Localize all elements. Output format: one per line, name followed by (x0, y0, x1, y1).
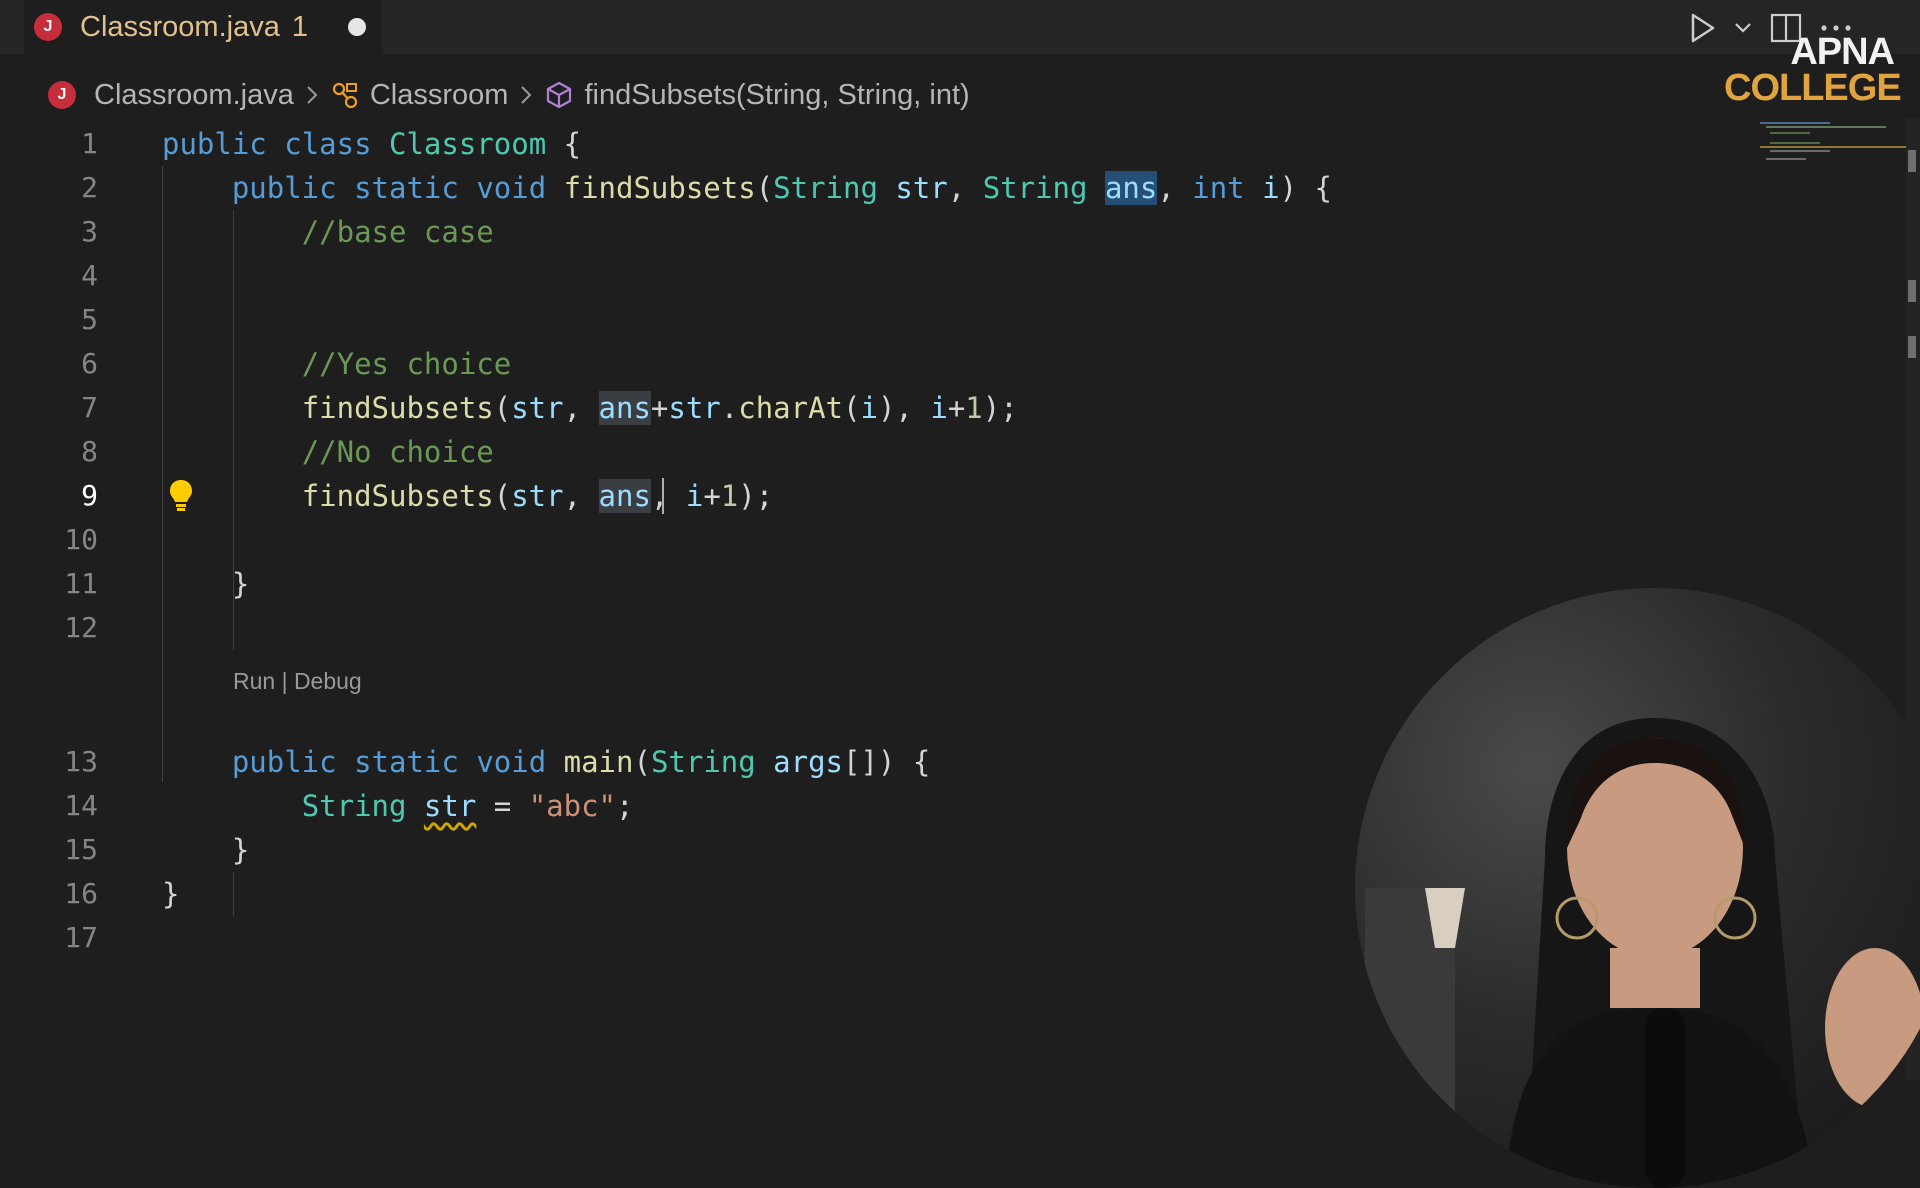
code-line: 4 (0, 254, 1740, 298)
breadcrumb-method[interactable]: findSubsets(String, String, int) (584, 79, 969, 112)
code-text: findSubsets(str, ans+str.charAt(i), i+1)… (301, 391, 1018, 425)
line-number: 6 (81, 347, 98, 380)
code-text: public static void findSubsets(String st… (231, 171, 1332, 205)
code-line: 6 //Yes choice (0, 342, 1740, 386)
breadcrumb: J Classroom.java Classroom findSubsets(S… (48, 72, 970, 118)
scrollbar-marker (1908, 280, 1916, 302)
code-text: } (162, 833, 250, 867)
line-number: 13 (64, 745, 98, 778)
code-text: public static void main(String args[]) { (231, 745, 931, 779)
code-text: String str = "abc"; (301, 789, 634, 823)
code-text: findSubsets(str, ans, i+1); (301, 479, 774, 513)
method-cube-icon (544, 80, 574, 110)
class-icon (330, 80, 360, 110)
line-number: 5 (81, 303, 98, 336)
logo-line-1: APNA (1790, 31, 1895, 73)
code-text: } (162, 567, 250, 601)
line-number: 7 (81, 391, 98, 424)
code-line: 5 (0, 298, 1740, 342)
line-number: 10 (64, 523, 98, 556)
line-number: 8 (81, 435, 98, 468)
line-number: 12 (64, 611, 98, 644)
code-text: //base case (301, 215, 494, 249)
tab-title: Classroom.java (80, 10, 280, 43)
breadcrumb-class[interactable]: Classroom (370, 79, 509, 112)
logo-line-2: COLLEGE (1724, 67, 1902, 109)
tab-bar: J Classroom.java 1 (0, 0, 1920, 54)
editor-tab-classroom[interactable]: J Classroom.java 1 (24, 0, 382, 54)
line-number: 9 (81, 479, 98, 512)
line-number: 4 (81, 259, 98, 292)
code-line: 11 } (0, 562, 1740, 606)
java-file-icon: J (48, 81, 76, 109)
code-line: 7 findSubsets(str, ans+str.charAt(i), i+… (0, 386, 1740, 430)
unsaved-dot-icon[interactable] (347, 18, 366, 36)
problem-count-badge: 1 (291, 10, 308, 43)
code-text: //No choice (301, 435, 494, 469)
scrollbar-marker (1908, 336, 1916, 358)
play-icon[interactable] (1690, 13, 1716, 43)
code-line: 2 public static void findSubsets(String … (0, 166, 1740, 210)
breadcrumb-file[interactable]: Classroom.java (94, 79, 294, 112)
java-file-icon: J (34, 13, 62, 41)
chevron-down-icon[interactable] (1734, 22, 1752, 34)
line-number: 16 (64, 877, 98, 910)
chevron-right-icon (520, 85, 532, 105)
code-line: 8 //No choice (0, 430, 1740, 474)
line-number: 14 (64, 789, 98, 822)
line-number: 2 (81, 171, 98, 204)
line-number: 11 (64, 567, 98, 600)
presenter-video (1355, 588, 1920, 1188)
line-number: 3 (81, 215, 98, 248)
code-line: 3 //base case (0, 210, 1740, 254)
code-line-active: 9 findSubsets(str, ans, i+1); (0, 474, 1740, 518)
codelens-run-debug[interactable]: Run | Debug (233, 668, 362, 695)
presenter-silhouette (1365, 718, 1920, 1188)
code-text: //Yes choice (301, 347, 512, 381)
line-number: 15 (64, 833, 98, 866)
minimap[interactable] (1756, 118, 1906, 178)
code-line: 10 (0, 518, 1740, 562)
line-number: 1 (81, 127, 98, 160)
code-text: } (162, 877, 180, 911)
scrollbar-marker (1908, 150, 1916, 172)
chevron-right-icon (306, 85, 318, 105)
code-text: public class Classroom { (162, 127, 582, 161)
text-cursor (662, 478, 664, 514)
channel-logo: APNA COLLEGE (1724, 31, 1902, 109)
code-line: 1 public class Classroom { (0, 122, 1740, 166)
line-number: 17 (64, 921, 98, 954)
